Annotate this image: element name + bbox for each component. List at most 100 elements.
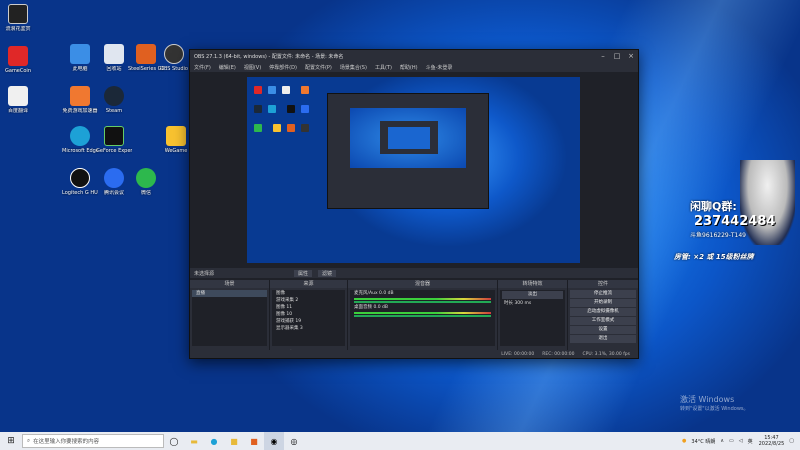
desktop-icon-label: Logitech G HUB: [62, 190, 98, 196]
app-icon: [8, 4, 28, 24]
menu-view[interactable]: 视图(V): [244, 64, 261, 71]
desktop-icon-ghub[interactable]: Logitech G HUB: [62, 168, 98, 196]
desktop-icon-steam[interactable]: Steam: [96, 86, 132, 114]
source-item[interactable]: 显示器采集 3: [272, 325, 345, 332]
mic-level: 0.0 dB: [379, 291, 394, 296]
transitions-body: 淡出 时长 300 ms: [500, 290, 565, 346]
clock-date: 2022/8/25: [758, 441, 785, 447]
desktop-audio-label: 桌面音频: [354, 305, 372, 310]
steam-icon: [104, 86, 124, 106]
properties-button[interactable]: 属性: [294, 269, 313, 277]
wechat-icon: [136, 168, 156, 188]
duration-value[interactable]: 300 ms: [514, 301, 531, 306]
accelerator-icon: [70, 86, 90, 106]
obs-title-text: OBS 27.1.3 (64-bit, windows) - 配置文件: 未命名…: [194, 53, 344, 60]
computer-icon: [70, 44, 90, 64]
logitech-icon: [70, 168, 90, 188]
virtual-camera-button[interactable]: 启动虚拟摄像机: [570, 308, 636, 316]
ime-indicator[interactable]: 英: [748, 438, 753, 445]
exit-button[interactable]: 退出: [570, 335, 636, 343]
taskbar-search[interactable]: ⌕ 在这里输入你要搜索的内容: [22, 434, 164, 448]
sources-list: 图像 游戏采集 2 图像 11 图像 10 游戏捕获 19 显示器采集 3: [272, 290, 345, 346]
recycle-bin-icon: [104, 44, 124, 64]
desktop-icon-app[interactable]: 流浪花鉴赏: [0, 4, 36, 32]
system-tray: ● 34°C 晴朗 ∧ ▭ ◁ 英 15:47 2022/8/25 ▢: [677, 435, 800, 447]
steelseries-icon: [136, 44, 156, 64]
desktop-icon-edge[interactable]: Microsoft Edge: [62, 126, 98, 154]
desktop-icon-label: 回收站: [106, 66, 122, 72]
source-item[interactable]: 游戏采集 2: [272, 297, 345, 304]
geforce-icon: [104, 126, 124, 146]
notification-icon[interactable]: ▢: [789, 438, 794, 444]
taskbar-explorer-icon[interactable]: ■: [224, 432, 244, 450]
taskbar-app-folder-icon[interactable]: ▬: [184, 432, 204, 450]
desktop-icon-label: GameCoin: [5, 68, 31, 74]
menu-douyu[interactable]: 斗鱼-未登录: [426, 64, 453, 71]
filters-button[interactable]: 滤镜: [318, 269, 337, 277]
desktop-volume-slider[interactable]: [354, 315, 491, 317]
menu-file[interactable]: 文件(F): [194, 64, 211, 71]
taskbar-edge-icon[interactable]: ●: [204, 432, 224, 450]
source-item[interactable]: 图像: [272, 290, 345, 297]
desktop-icon-label: 百度翻译: [7, 108, 28, 114]
obs-titlebar[interactable]: OBS 27.1.3 (64-bit, windows) - 配置文件: 未命名…: [190, 50, 638, 62]
preview-canvas[interactable]: [247, 77, 580, 263]
close-icon[interactable]: ×: [624, 52, 638, 60]
desktop-audio-meter: [354, 312, 491, 314]
desktop-icon-meeting[interactable]: 腾讯会议: [96, 168, 132, 196]
taskbar-app-icon[interactable]: ◎: [284, 432, 304, 450]
desktop-icon-label: Steam: [105, 108, 123, 114]
stop-streaming-button[interactable]: 停止推流: [570, 290, 636, 298]
source-item[interactable]: 图像 11: [272, 304, 345, 311]
taskbar: ⊞ ⌕ 在这里输入你要搜索的内容 ◯ ▬ ● ■ ■ ◉ ◎ ● 34°C 晴朗…: [0, 432, 800, 450]
menu-scene-collection[interactable]: 场景集合(S): [340, 64, 367, 71]
scene-item[interactable]: 直播: [192, 290, 267, 297]
transition-select[interactable]: 淡出: [502, 291, 563, 299]
transitions-title: 转场特效: [498, 280, 567, 288]
douyu-room-id: 斗鱼9616229-T149: [690, 232, 747, 239]
desktop-icon-label: 腾讯会议: [103, 190, 124, 196]
desktop-icon-geforce[interactable]: GeForce Experience: [96, 126, 132, 154]
obs-statusbar: LIVE: 00:00:00 REC: 00:00:00 CPU: 3.1%, …: [190, 350, 638, 358]
desktop-icon-accelerator[interactable]: 免费游戏加速器: [62, 86, 98, 114]
volume-icon[interactable]: ◁: [739, 438, 743, 444]
taskbar-obs-icon[interactable]: ◉: [264, 432, 284, 450]
stream-overlay: 闲聊Q群: 237442484 斗鱼9616229-T149: [690, 195, 800, 239]
desktop-icon-gamecoin[interactable]: GameCoin: [0, 46, 36, 74]
desktop-icon-translate[interactable]: 百度翻译: [0, 86, 36, 114]
settings-button[interactable]: 设置: [570, 326, 636, 334]
task-view-icon[interactable]: ◯: [164, 432, 184, 450]
menu-edit[interactable]: 编辑(E): [219, 64, 236, 71]
network-icon[interactable]: ▭: [729, 438, 734, 444]
minimize-icon[interactable]: –: [596, 52, 610, 60]
desktop-icon-wechat[interactable]: 微信: [128, 168, 164, 196]
clock[interactable]: 15:47 2022/8/25: [759, 435, 785, 447]
sources-title: 来源: [270, 280, 347, 288]
desktop-icon-recycle[interactable]: 回收站: [96, 44, 132, 72]
obs-docks: 场景 直播 +−∧∨ 来源 图像 游戏采集 2 图像 11 图像 10 游戏捕获…: [190, 280, 638, 358]
menu-tools[interactable]: 工具(T): [375, 64, 392, 71]
nested-obs-window: [380, 121, 438, 154]
maximize-icon[interactable]: □: [610, 52, 624, 60]
obs-window[interactable]: OBS 27.1.3 (64-bit, windows) - 配置文件: 未命名…: [189, 49, 639, 359]
taskbar-store-icon[interactable]: ■: [244, 432, 264, 450]
menu-help[interactable]: 帮助(H): [400, 64, 418, 71]
desktop-icon-this-pc[interactable]: 此电脑: [62, 44, 98, 72]
desktop-audio-level: 0.0 dB: [373, 305, 388, 310]
mic-channel-label: 麦克风/Aux: [354, 291, 378, 296]
menu-profile[interactable]: 配置文件(P): [305, 64, 332, 71]
start-recording-button[interactable]: 开始录制: [570, 299, 636, 307]
tray-chevron-icon[interactable]: ∧: [720, 438, 724, 444]
nested-preview-inner: [388, 127, 430, 149]
menu-docks[interactable]: 停靠部件(D): [269, 64, 297, 71]
obs-icon: [164, 44, 184, 64]
duration-label: 时长: [504, 301, 513, 306]
source-item[interactable]: 游戏捕获 19: [272, 318, 345, 325]
weather-text[interactable]: 34°C 晴朗: [691, 438, 715, 445]
studio-mode-button[interactable]: 工作室模式: [570, 317, 636, 325]
mic-volume-slider[interactable]: [354, 301, 491, 303]
rec-status: REC: 00:00:00: [542, 351, 575, 357]
source-item[interactable]: 图像 10: [272, 311, 345, 318]
desktop-icon-steelseries[interactable]: SteelSeries GG: [128, 44, 164, 72]
windows-start-icon[interactable]: ⊞: [0, 436, 22, 446]
